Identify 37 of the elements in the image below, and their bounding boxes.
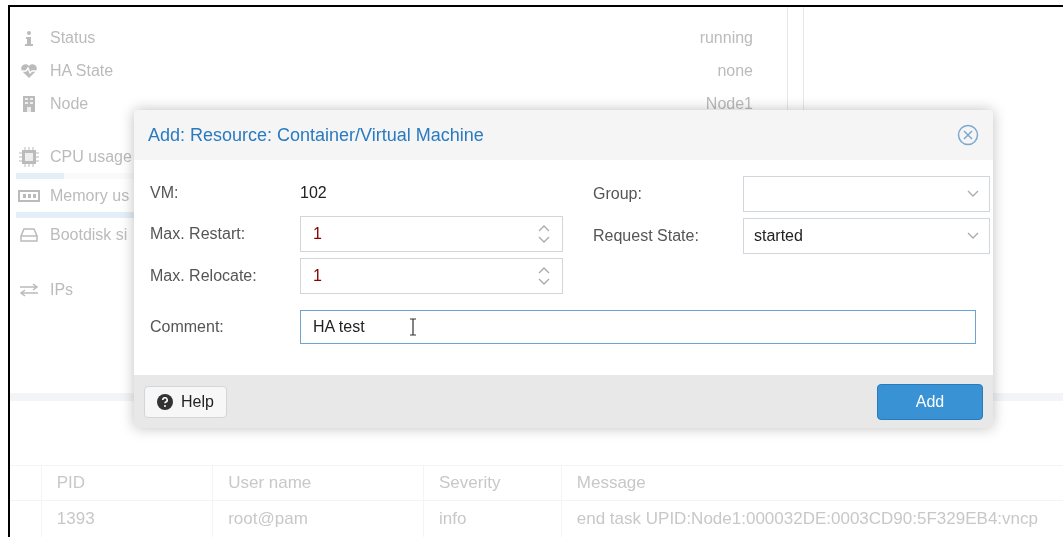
summary-label: Memory us: [50, 185, 130, 206]
chevron-down-icon: [967, 232, 979, 240]
field-label: Max. Restart:: [150, 224, 247, 244]
field-label: Group:: [593, 184, 643, 204]
field-label: Max. Relocate:: [150, 266, 258, 286]
help-button[interactable]: Help: [144, 385, 227, 418]
chevron-down-icon: [967, 190, 979, 198]
summary-label: IPs: [50, 279, 74, 300]
comment-field[interactable]: HA test: [300, 310, 976, 344]
state-dropdown[interactable]: started: [743, 218, 990, 254]
vm-id: 102: [300, 183, 327, 203]
building-icon: [22, 94, 36, 113]
summary-value: none: [717, 60, 753, 81]
memory-icon: [18, 189, 40, 202]
help-icon: [157, 393, 173, 410]
summary-label: Status: [50, 27, 96, 48]
dialog-title: Add: Resource: Container/Virtual Machine: [148, 123, 484, 147]
number-field[interactable]: 1: [300, 258, 563, 294]
field-label: Comment:: [150, 317, 225, 337]
summary-value: running: [699, 27, 753, 48]
heartbeat-icon: [20, 62, 38, 79]
group-dropdown[interactable]: [743, 176, 990, 212]
summary-label: HA State: [50, 60, 114, 81]
summary-label: Node: [50, 93, 89, 114]
field-label: Request State:: [593, 226, 700, 246]
spinner-icon[interactable]: [538, 223, 550, 245]
close-icon[interactable]: [957, 124, 979, 146]
text-cursor-icon: [408, 318, 417, 336]
exchange-icon: [19, 282, 39, 297]
chip-icon: [19, 146, 39, 167]
number-field[interactable]: 1: [300, 216, 563, 252]
summary-value: Node1: [705, 93, 753, 114]
summary-label: CPU usage: [50, 146, 132, 167]
info-icon: [24, 29, 34, 46]
field-label: VM:: [150, 183, 180, 203]
summary-label: Bootdisk si: [50, 224, 128, 245]
spinner-icon[interactable]: [538, 265, 550, 287]
